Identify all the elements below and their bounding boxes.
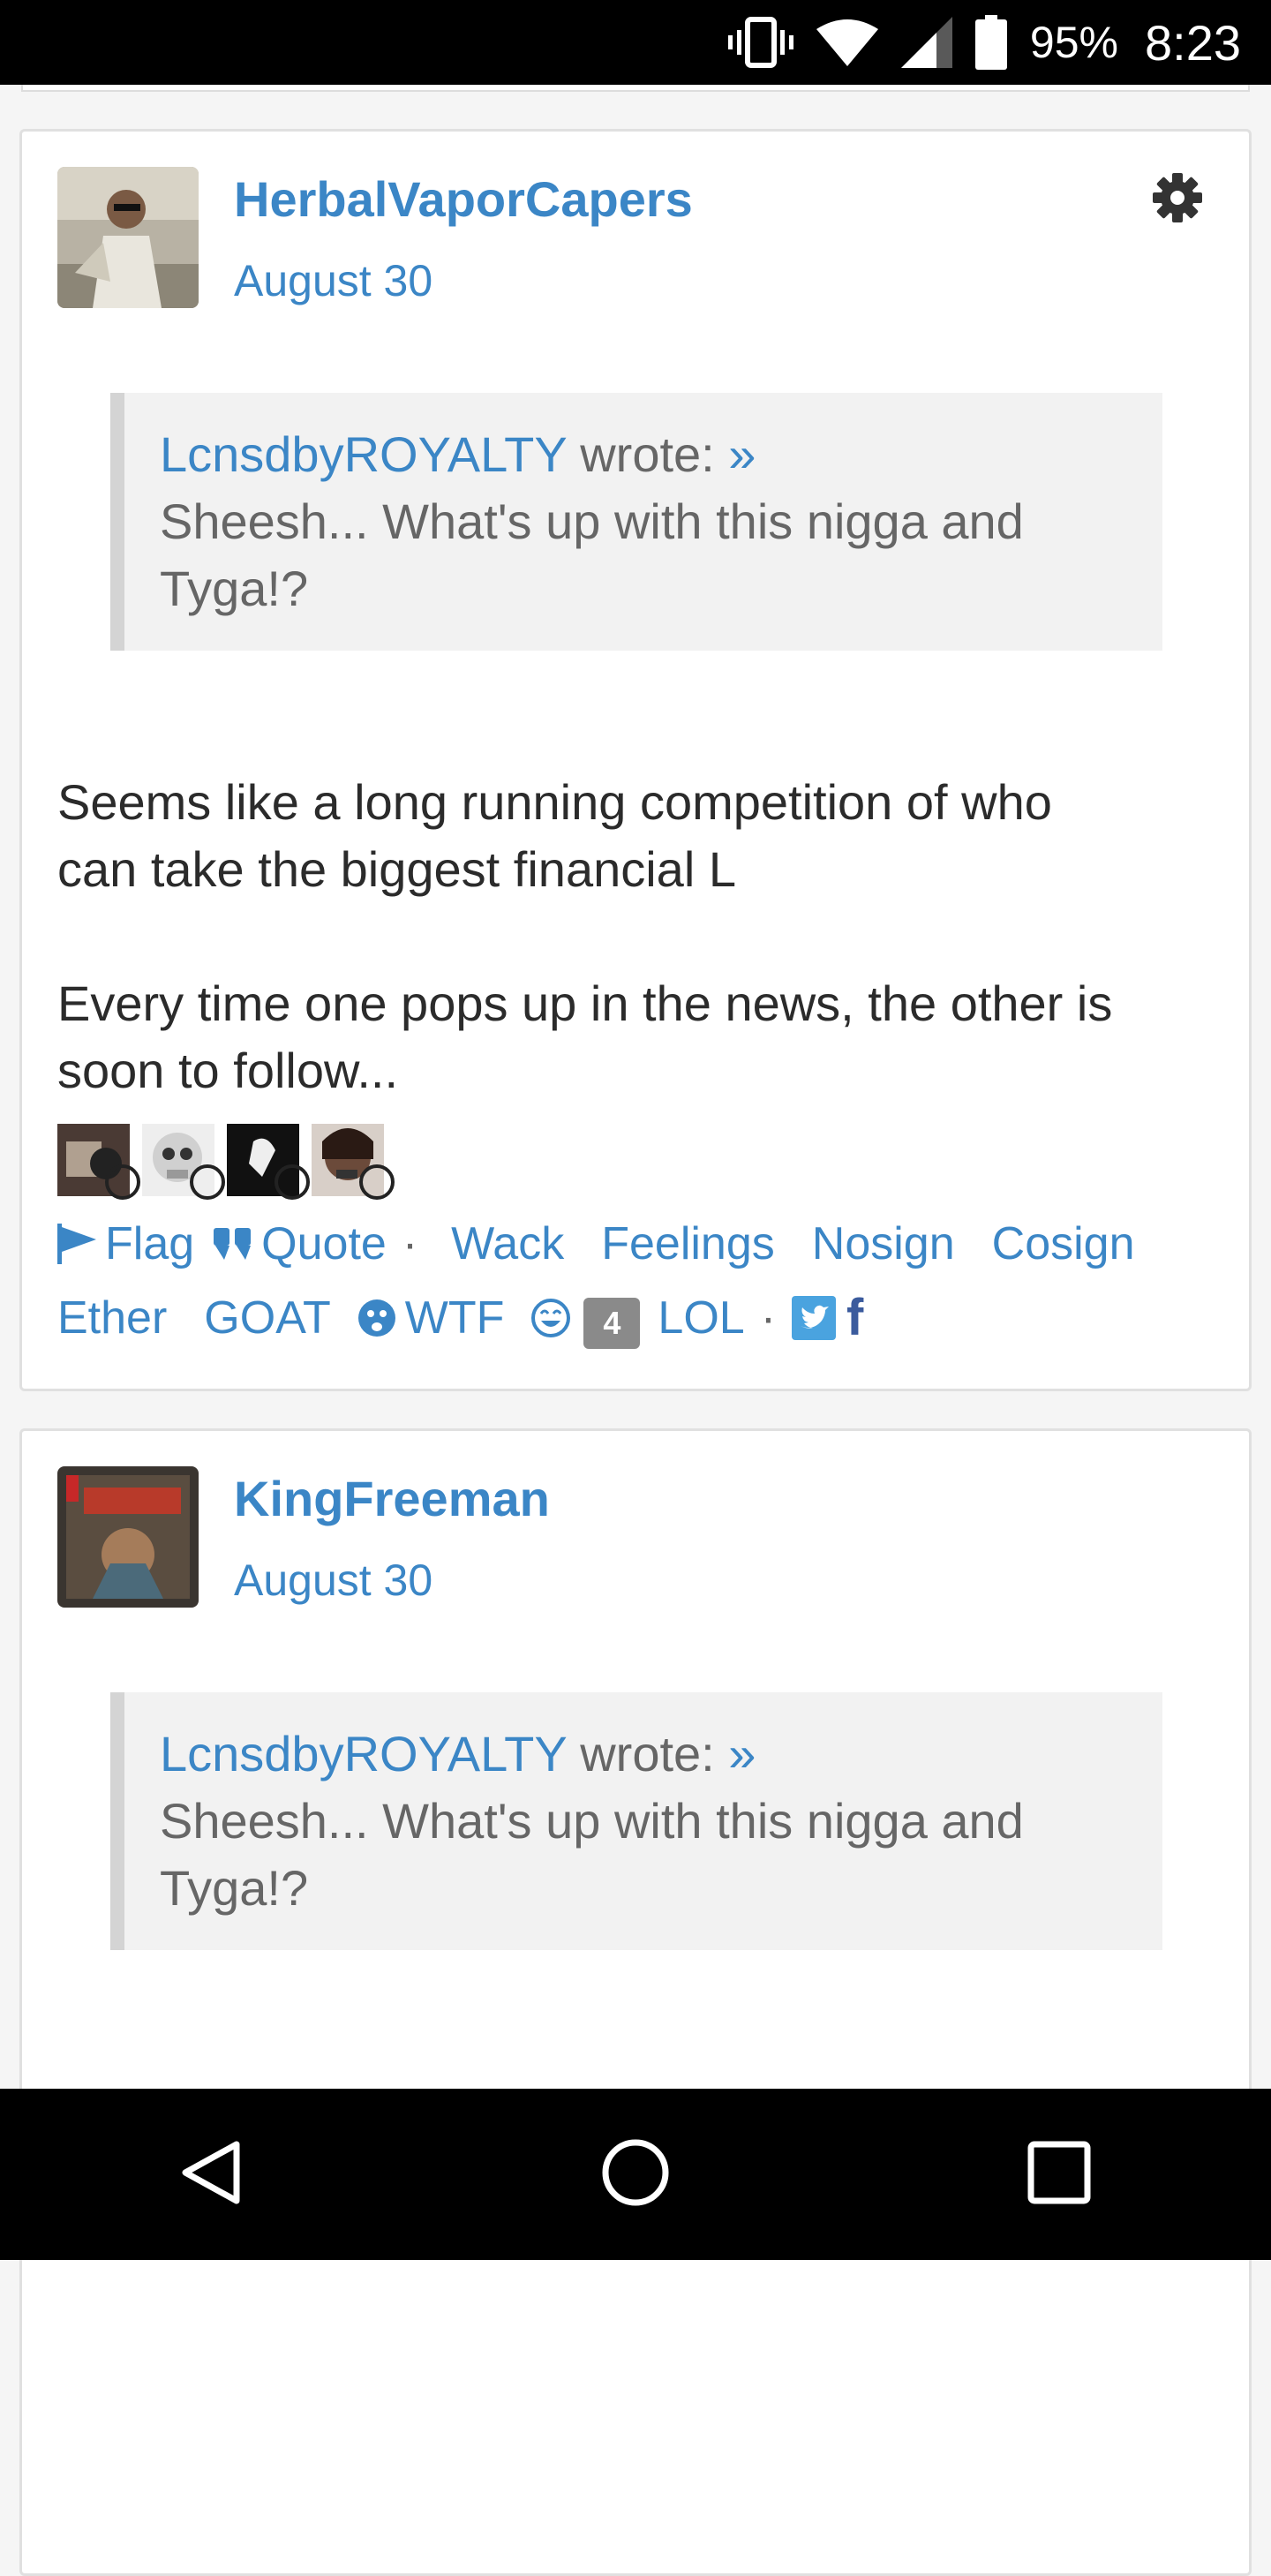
- laughing-face-icon[interactable]: [530, 1298, 571, 1338]
- post-body-paragraph: Every time one pops up in the news, the …: [57, 970, 1222, 1104]
- quote-link[interactable]: Quote: [261, 1217, 387, 1270]
- wtf-face-icon[interactable]: [357, 1299, 396, 1337]
- flag-link[interactable]: Flag: [105, 1217, 194, 1270]
- laugh-reaction-badge-icon: [359, 1164, 395, 1200]
- separator: ·: [402, 1218, 418, 1269]
- quote-icon[interactable]: [214, 1228, 252, 1260]
- reaction-user-avatar[interactable]: [142, 1124, 225, 1200]
- post-card: KingFreeman August 30 LcnsdbyROYALTY wro…: [19, 1428, 1252, 2576]
- quote-wrote-label: wrote:: [580, 1726, 715, 1781]
- quote-header: LcnsdbyROYALTY wrote: »: [160, 421, 1162, 488]
- quote-block: LcnsdbyROYALTY wrote: » Sheesh... What's…: [110, 1692, 1162, 1950]
- laugh-reaction-badge-icon: [275, 1164, 310, 1200]
- status-bar: 95% 8:23: [0, 0, 1271, 85]
- reaction-user-avatar[interactable]: [227, 1124, 310, 1200]
- clock: 8:23: [1145, 14, 1241, 71]
- wack-reaction-link[interactable]: Wack: [451, 1217, 564, 1270]
- reaction-user-avatar[interactable]: [312, 1124, 395, 1200]
- post-username[interactable]: KingFreeman: [234, 1470, 550, 1527]
- wifi-icon: [816, 19, 878, 66]
- cosign-reaction-link[interactable]: Cosign: [992, 1217, 1135, 1270]
- quote-text-line: Sheesh... What's up with this nigga and: [160, 493, 1024, 549]
- feelings-reaction-link[interactable]: Feelings: [601, 1217, 775, 1270]
- gear-icon[interactable]: [1152, 172, 1203, 223]
- back-icon[interactable]: [177, 2137, 247, 2212]
- android-nav-bar: [0, 2089, 1271, 2260]
- quote-author-link[interactable]: LcnsdbyROYALTY: [160, 1726, 567, 1781]
- quote-header: LcnsdbyROYALTY wrote: »: [160, 1721, 1162, 1788]
- reaction-user-avatar[interactable]: [57, 1124, 140, 1200]
- post-body-line: Every time one pops up in the news, the …: [57, 975, 1113, 1031]
- facebook-icon[interactable]: f: [846, 1288, 863, 1347]
- post-card: HerbalVaporCapers August 30 LcnsdbyROYAL…: [19, 129, 1252, 1391]
- post-username[interactable]: HerbalVaporCapers: [234, 170, 693, 228]
- quote-text-line: Tyga!?: [160, 561, 309, 616]
- avatar[interactable]: [57, 167, 199, 308]
- avatar[interactable]: [57, 1466, 199, 1608]
- previous-card-edge: [21, 85, 1250, 92]
- laugh-reaction-badge-icon: [190, 1164, 225, 1200]
- post-body-line: soon to follow...: [57, 1043, 399, 1098]
- separator: ·: [760, 1292, 777, 1344]
- post-actions-row: Ether GOAT WTF 4 LOL · f: [57, 1288, 863, 1349]
- battery-icon: [974, 15, 1007, 70]
- flag-icon[interactable]: [57, 1224, 96, 1264]
- wtf-reaction-link[interactable]: WTF: [405, 1292, 505, 1344]
- battery-percent: 95%: [1029, 18, 1118, 67]
- cell-signal-icon: [900, 17, 952, 68]
- lol-reaction-link[interactable]: LOL: [658, 1292, 744, 1344]
- post-body-paragraph: Seems like a long running competition of…: [57, 769, 1222, 903]
- reaction-avatars: [57, 1124, 395, 1200]
- recents-icon[interactable]: [1024, 2137, 1094, 2212]
- goat-reaction-link[interactable]: GOAT: [204, 1292, 330, 1344]
- laugh-reaction-badge-icon: [105, 1164, 140, 1200]
- post-body-line: can take the biggest financial L: [57, 841, 736, 897]
- quote-text-line: Sheesh... What's up with this nigga and: [160, 1793, 1024, 1849]
- quote-text-line: Tyga!?: [160, 1860, 309, 1916]
- lol-count-badge: 4: [583, 1297, 641, 1349]
- quote-author-link[interactable]: LcnsdbyROYALTY: [160, 426, 567, 482]
- quote-jump-link[interactable]: »: [728, 1726, 756, 1781]
- post-body-line: Seems like a long running competition of…: [57, 774, 1052, 830]
- quote-jump-link[interactable]: »: [728, 426, 756, 482]
- post-date[interactable]: August 30: [234, 255, 432, 306]
- post-actions-row: Flag Quote · Wack Feelings Nosign Cosign: [57, 1217, 1135, 1270]
- twitter-icon[interactable]: [792, 1295, 837, 1340]
- post-date[interactable]: August 30: [234, 1555, 432, 1606]
- home-icon[interactable]: [600, 2137, 671, 2212]
- vibrate-icon: [727, 16, 793, 69]
- ether-reaction-link[interactable]: Ether: [57, 1292, 167, 1344]
- quote-wrote-label: wrote:: [580, 426, 715, 482]
- quote-block: LcnsdbyROYALTY wrote: » Sheesh... What's…: [110, 393, 1162, 651]
- nosign-reaction-link[interactable]: Nosign: [812, 1217, 955, 1270]
